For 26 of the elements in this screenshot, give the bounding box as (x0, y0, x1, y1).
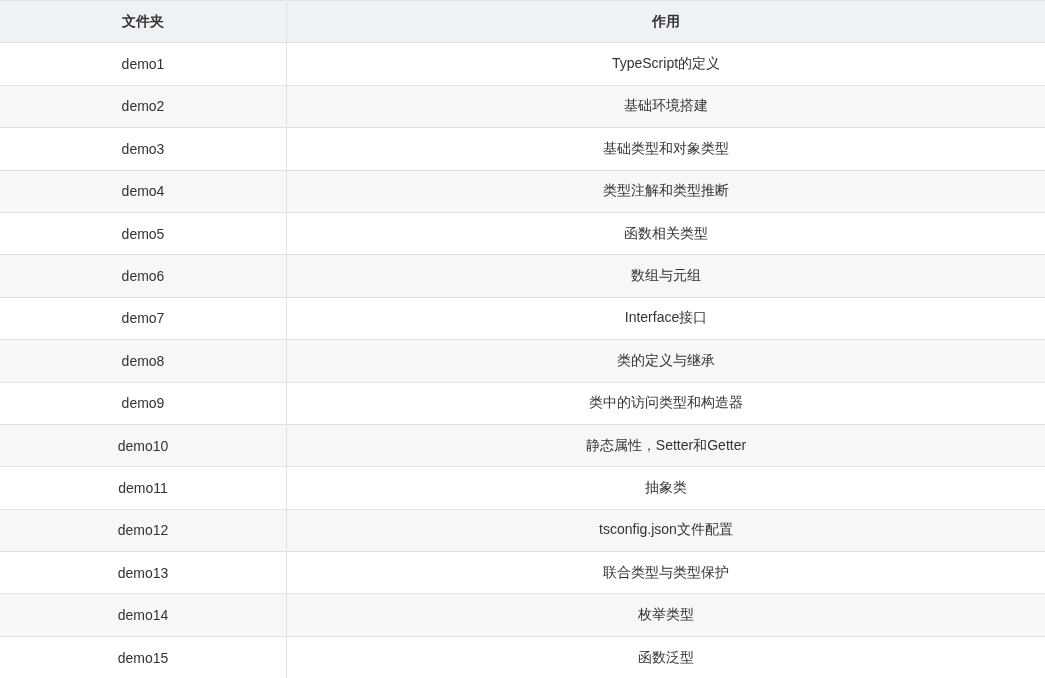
column-header: 文件夹 (0, 1, 287, 44)
table-cell: 抽象类 (287, 467, 1045, 510)
table-cell: TypeScript的定义 (287, 43, 1045, 86)
table-cell: demo10 (0, 424, 287, 468)
table-cell: 类中的访问类型和构造器 (287, 382, 1045, 425)
table-cell: 类的定义与继承 (287, 340, 1045, 383)
table-cell: demo6 (0, 255, 287, 298)
table-cell: 函数泛型 (287, 636, 1045, 678)
table-cell: tsconfig.json文件配置 (287, 509, 1045, 553)
table-cell: demo11 (0, 467, 287, 510)
table-cell: 静态属性，Setter和Getter (287, 424, 1045, 468)
column-header: 作用 (287, 1, 1045, 44)
table-cell: demo15 (0, 636, 287, 678)
table-cell: demo14 (0, 594, 287, 637)
table-cell: demo12 (0, 509, 287, 553)
table-cell: 枚举类型 (287, 594, 1045, 637)
table-cell: 数组与元组 (287, 255, 1045, 298)
table-cell: demo8 (0, 340, 287, 383)
table-cell: 类型注解和类型推断 (287, 170, 1045, 213)
table-cell: 基础环境搭建 (287, 85, 1045, 129)
table-cell: demo1 (0, 43, 287, 86)
table-cell: demo2 (0, 85, 287, 129)
table-cell: 基础类型和对象类型 (287, 128, 1045, 171)
table-cell: demo3 (0, 128, 287, 171)
table-cell: demo4 (0, 170, 287, 213)
table-cell: demo9 (0, 382, 287, 425)
